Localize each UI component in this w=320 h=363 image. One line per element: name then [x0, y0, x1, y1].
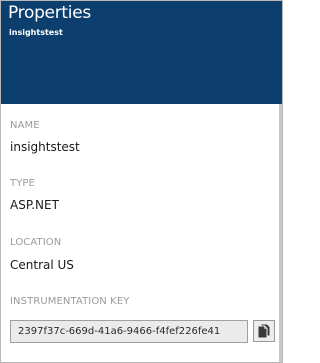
properties-blade: Properties insightstest NAME insightstes… — [0, 0, 283, 363]
copy-button[interactable] — [253, 320, 275, 342]
name-label: NAME — [10, 120, 40, 131]
copy-icon — [258, 324, 270, 338]
page-title: Properties — [8, 3, 91, 23]
location-label: LOCATION — [10, 237, 62, 248]
type-value: ASP.NET — [10, 198, 59, 212]
instrumentation-key-label: INSTRUMENTATION KEY — [10, 296, 130, 307]
location-value: Central US — [10, 258, 74, 272]
blade-header: Properties insightstest — [1, 1, 282, 104]
type-label: TYPE — [10, 178, 35, 189]
scrollbar[interactable] — [279, 104, 282, 362]
name-value: insightstest — [10, 140, 80, 154]
resource-subtitle: insightstest — [9, 28, 63, 37]
instrumentation-key-field[interactable]: 2397f37c-669d-41a6-9466-f4fef226fe41 — [10, 320, 248, 343]
